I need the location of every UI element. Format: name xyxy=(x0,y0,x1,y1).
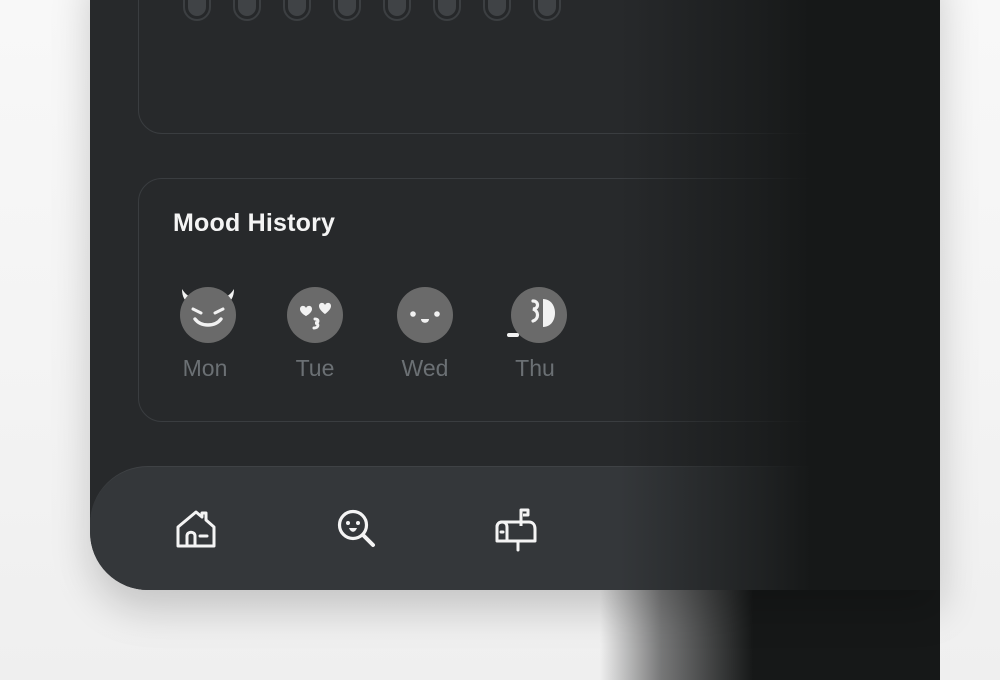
cute-smile-face-icon xyxy=(393,279,457,343)
sleep-bar-fill xyxy=(238,0,256,16)
sleep-bar xyxy=(383,0,411,21)
sleep-bar-fill xyxy=(288,0,306,16)
mood-day-wed[interactable]: Wed xyxy=(385,279,465,382)
home-icon[interactable] xyxy=(172,505,220,553)
sleep-bars xyxy=(183,0,561,21)
sleep-bar xyxy=(483,0,511,21)
sleep-bar-fill xyxy=(338,0,356,16)
mood-row: Mon Tue Wed Thu xyxy=(165,279,575,382)
sleep-bar xyxy=(433,0,461,21)
sleep-bar-fill xyxy=(488,0,506,16)
mood-day-label: Tue xyxy=(295,355,335,381)
mailbox-icon[interactable] xyxy=(492,505,540,553)
mood-day-tue[interactable]: Tue xyxy=(275,279,355,382)
sleep-bar-fill xyxy=(438,0,456,16)
mood-day-thu[interactable]: Thu xyxy=(495,279,575,382)
sleep-bar xyxy=(283,0,311,21)
sleep-chart-card xyxy=(138,0,900,134)
app-window: Mood History Mon Tue Wed Thu xyxy=(90,0,940,590)
sleep-bar xyxy=(233,0,261,21)
mood-history-title: Mood History xyxy=(173,209,336,237)
sleep-bar-fill xyxy=(388,0,406,16)
mood-day-label: Wed xyxy=(401,355,449,381)
mood-day-mon[interactable]: Mon xyxy=(165,279,245,382)
face-blowing-kiss-icon xyxy=(283,279,347,343)
mood-day-label: Thu xyxy=(515,355,555,381)
mood-history-card: Mood History Mon Tue Wed Thu xyxy=(138,178,900,422)
sleep-bar xyxy=(183,0,211,21)
bottom-nav-bar xyxy=(90,466,940,590)
search-face-icon[interactable] xyxy=(332,505,380,553)
mood-day-label: Mon xyxy=(182,355,228,381)
smiling-devil-icon xyxy=(173,279,237,343)
sleep-bar-fill xyxy=(538,0,556,16)
sleep-bar xyxy=(533,0,561,21)
partially-drawn-face-icon xyxy=(503,279,567,343)
sleep-bar xyxy=(333,0,361,21)
sleep-bar-fill xyxy=(188,0,206,16)
